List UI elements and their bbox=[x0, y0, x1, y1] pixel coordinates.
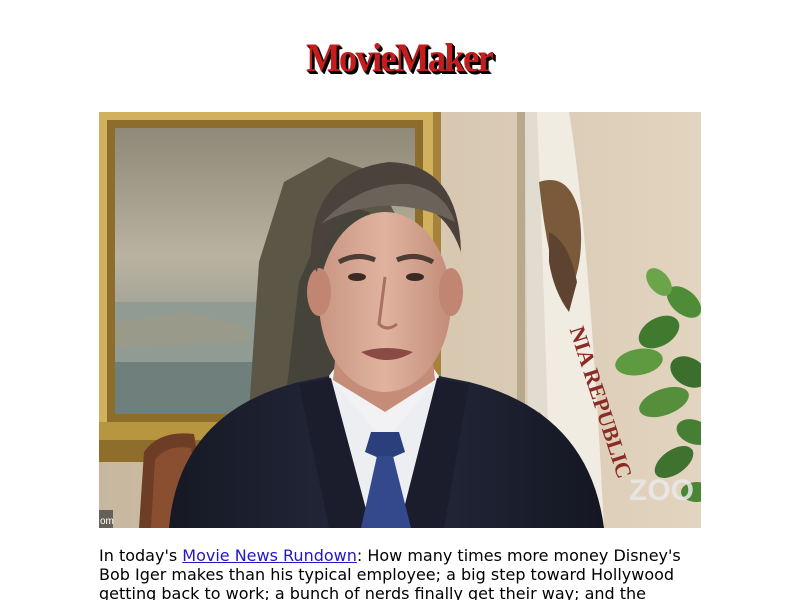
movie-news-rundown-link[interactable]: Movie News Rundown bbox=[182, 546, 357, 565]
hero-image[interactable]: NIA REPUBLIC ZOO om bbox=[99, 112, 701, 528]
article-intro-text: In today's bbox=[99, 546, 183, 565]
zoom-watermark: ZOO bbox=[629, 474, 694, 507]
article-intro: In today's Movie News Rundown: How many … bbox=[99, 546, 709, 600]
moviemaker-logo[interactable]: MovieMaker bbox=[288, 18, 510, 104]
corner-label: om bbox=[100, 516, 114, 527]
logo-text: MovieMaker bbox=[306, 35, 494, 80]
